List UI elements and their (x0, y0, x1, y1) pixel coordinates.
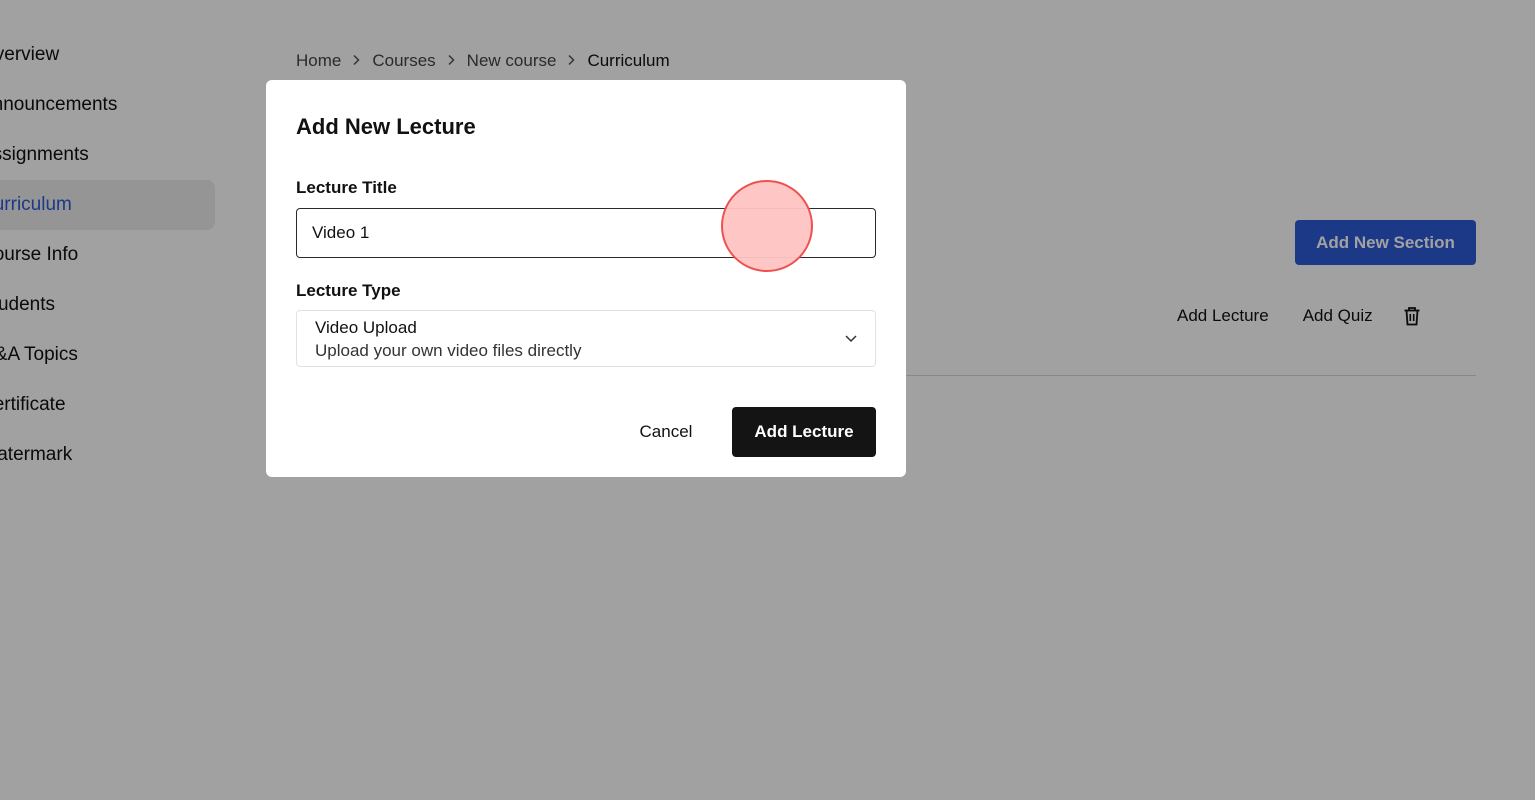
lecture-type-label: Lecture Type (296, 281, 401, 300)
lecture-title-label: Lecture Title (296, 178, 397, 197)
click-indicator (721, 180, 813, 272)
selected-type-description: Upload your own video files directly (315, 341, 582, 360)
add-lecture-button[interactable]: Add Lecture (732, 407, 876, 457)
lecture-type-select[interactable]: Video Upload Upload your own video files… (296, 310, 876, 367)
chevron-down-icon (843, 330, 859, 346)
selected-type-title: Video Upload (315, 318, 417, 337)
cancel-button[interactable]: Cancel (618, 407, 714, 457)
add-lecture-dialog: Add New Lecture Lecture Title Lecture Ty… (266, 80, 906, 477)
dialog-title: Add New Lecture (296, 114, 476, 139)
